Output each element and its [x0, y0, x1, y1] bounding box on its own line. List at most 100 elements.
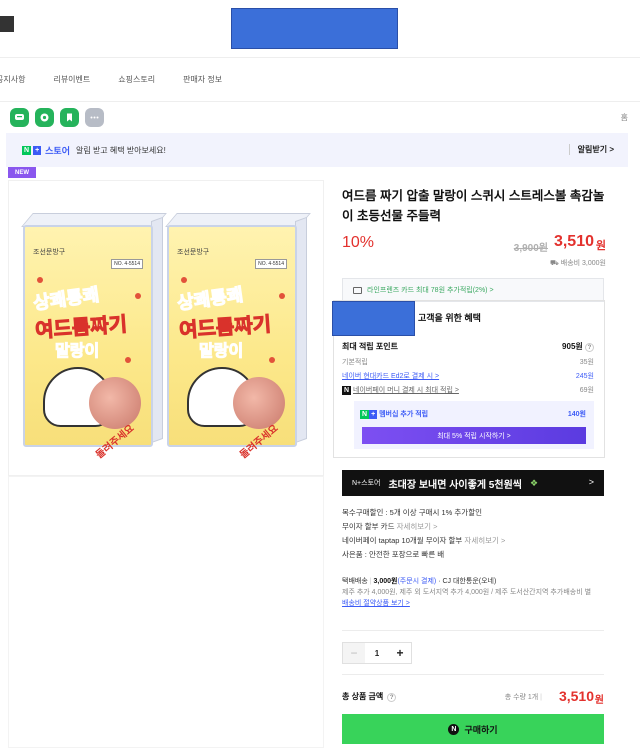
delivery-extra: 제주 추가 4,000원, 제주 외 도서지역 추가 4,000원 / 제주 도…	[342, 589, 592, 596]
squishy-ball	[233, 377, 285, 429]
npay-icon: N	[342, 386, 352, 395]
card-points-row: 네이버 현대카드 Ed2로 결제 시 > 245원	[342, 371, 598, 381]
basic-points-value: 35원	[579, 359, 594, 366]
product-summary: 여드름 짜기 압출 말랑이 스퀴시 스트레스볼 촉감놀이 초등선물 주들력 10…	[342, 186, 606, 302]
truck-icon: ⛟	[550, 260, 559, 267]
chevron-right-icon: >	[588, 477, 594, 487]
invite-promo-banner[interactable]: N+스토어 초대장 보내면 사이좋게 5천원씩 ❖ >	[342, 470, 604, 496]
divider	[342, 630, 604, 631]
npay-installment: 네이버페이 taptap 10개월 무이자 할부 자세히보기 >	[342, 536, 506, 545]
nav-seller-info[interactable]: 판매자 정보	[183, 74, 222, 85]
sale-price: 3,510	[553, 233, 594, 250]
more-icon[interactable]	[85, 108, 104, 127]
shipping-fee-note: ⛟ 배송비 3,000원	[342, 258, 606, 268]
quantity-value[interactable]: 1	[365, 643, 389, 663]
basic-points-label: 기본적립	[342, 359, 368, 366]
total-price: 3,510	[558, 688, 594, 704]
installment-card: 무이자 할부 카드 자세히보기 >	[342, 522, 438, 531]
max-points-label: 최대 적립 포인트	[342, 342, 398, 351]
membership-label: N + 멤버십 추가 적립	[360, 410, 429, 419]
card-benefit-banner[interactable]: 라인프렌즈 카드 최대 78원 추가적립(2%) >	[342, 278, 604, 302]
membership-box: N + 멤버십 추가 적립 140원 최대 5% 적립 시작하기 >	[354, 401, 594, 449]
thumbnail-area	[8, 476, 324, 748]
delivery-fee-line: 택배배송 | 3,000원(주문시 결제) · CJ 대한통운(오네)	[342, 578, 497, 585]
share-buttons	[10, 108, 104, 128]
installment-more-link[interactable]: 자세히보기 >	[397, 522, 438, 531]
delivery-fee: 3,000원	[373, 578, 398, 585]
multi-buy-discount: 복수구매할인 : 5개 이상 구매시 1% 추가할인	[342, 508, 482, 517]
bookmark-icon[interactable]	[60, 108, 79, 127]
divider	[342, 674, 604, 675]
alarm-text: 알림 받고 혜택 받아보세요!	[76, 145, 166, 155]
promo-text: 초대장 보내면 사이좋게 5천원씩	[388, 479, 522, 491]
card-points-value: 245원	[575, 373, 594, 380]
quantity-stepper: − 1 +	[342, 642, 412, 664]
discount-rate: 10%	[342, 234, 375, 251]
shipping-save-link[interactable]: 배송비 절약상품 보기 >	[342, 598, 604, 609]
total-price-row: 총 상품 금액? 총 수량 1개 | 3,510 원	[342, 688, 604, 706]
nav-shopping-story[interactable]: 쇼핑스토리	[118, 74, 155, 85]
home-edge-label: 홈	[620, 113, 628, 122]
price-row: 10% 3,900원 3,510 원	[342, 232, 606, 258]
nav-notice[interactable]: 공지사항	[0, 74, 25, 85]
gem-icon: ❖	[529, 477, 539, 488]
menu-icon[interactable]	[0, 16, 14, 32]
product-box-right: 조선문방구 NO. 4-5514 상쾌통쾌 여드름짜기 말랑이 돌려주세요	[165, 211, 311, 461]
box-info: NO. 4-5514	[255, 259, 287, 269]
product-title: 여드름 짜기 압출 말랑이 스퀴시 스트레스볼 촉감놀이 초등선물 주들력	[342, 189, 605, 223]
store-banner	[231, 8, 398, 49]
product-box-left: 조선문방구 NO. 4-5514 상쾌통쾌 여드름짜기 말랑이 돌려주세요	[21, 211, 167, 461]
original-price: 3,900원	[513, 243, 548, 254]
box-title-3: 말랑이	[54, 343, 100, 361]
chat-icon[interactable]	[10, 108, 29, 127]
delivery-fee-note: (주문시 결제)	[397, 578, 437, 585]
help-icon[interactable]: ?	[585, 343, 594, 352]
max-points-row: 최대 적립 포인트 905원 ?	[342, 341, 598, 352]
talk-icon[interactable]	[35, 108, 54, 127]
membership-value: 140원	[567, 411, 586, 418]
box-brand: 조선문방구	[33, 249, 66, 256]
box-title-3: 말랑이	[198, 343, 244, 361]
npay-points-link[interactable]: 네이버페이 머니 결제 시 최대 적립 >	[353, 387, 459, 394]
basic-points-row: 기본적립 35원	[342, 357, 598, 367]
npay-installment-more-link[interactable]: 자세히보기 >	[464, 536, 505, 545]
delivery-carrier: · CJ 대한통운(오네)	[438, 578, 497, 585]
alarm-store-label: 스토어	[45, 145, 70, 156]
npay-n-icon: N	[448, 723, 460, 735]
card-points-link[interactable]: 네이버 현대카드 Ed2로 결제 시 >	[342, 373, 439, 380]
nav-review-event[interactable]: 리뷰이벤트	[53, 74, 90, 85]
benefit-title: 고객을 위한 혜택	[418, 313, 481, 323]
quantity-decrease-button[interactable]: −	[343, 643, 365, 663]
buy-label: 구매하기	[464, 724, 498, 735]
alarm-subscribe-button[interactable]: 알림받기 >	[568, 144, 614, 155]
store-nav: 공지사항 리뷰이벤트 쇼핑스토리 판매자 정보	[0, 58, 640, 102]
shipping-fee-text: 배송비 3,000원	[560, 260, 606, 267]
membership-start-button[interactable]: 최대 5% 적립 시작하기 >	[362, 427, 586, 444]
max-points-value: 905원 ?	[562, 341, 594, 352]
squishy-ball	[89, 377, 141, 429]
purchase-info-list: 복수구매할인 : 5개 이상 구매시 1% 추가할인 무이자 할부 카드 자세히…	[342, 506, 604, 562]
quantity-increase-button[interactable]: +	[389, 643, 411, 663]
new-badge: NEW	[8, 167, 36, 178]
total-label: 총 상품 금액?	[342, 691, 397, 702]
npay-points-row: N 네이버페이 머니 결제 시 최대 적립 > 69원	[342, 385, 598, 395]
box-brand: 조선문방구	[177, 249, 210, 256]
delivery-label: 택배배송	[342, 578, 368, 585]
total-help-icon[interactable]: ?	[387, 693, 397, 702]
total-price-unit: 원	[594, 695, 604, 706]
alarm-bar: N + 스토어 알림 받고 혜택 받아보세요! 알림받기 >	[6, 133, 628, 167]
total-quantity: 총 수량 1개 |	[504, 694, 542, 701]
nplus-store-logo: N+스토어	[352, 480, 381, 487]
delivery-info: 택배배송 | 3,000원(주문시 결제) · CJ 대한통운(오네) 제주 추…	[342, 576, 604, 609]
npay-points-value: 69원	[579, 387, 594, 394]
buy-button[interactable]: N 구매하기	[342, 714, 604, 744]
gift-info: 사은품 : 안전한 포장으로 빠른 배	[342, 550, 445, 559]
sale-price-unit: 원	[595, 240, 606, 252]
box-info: NO. 4-5514	[111, 259, 143, 269]
benefit-box: 고객을 위한 혜택 최대 적립 포인트 905원 ? 기본적립 35원 네이버 …	[332, 300, 605, 458]
product-image[interactable]: 조선문방구 NO. 4-5514 상쾌통쾌 여드름짜기 말랑이 돌려주세요 조선…	[8, 180, 324, 476]
nplus-logo: N +	[22, 145, 42, 155]
benefit-store-banner	[332, 301, 415, 336]
card-benefit-text: 라인프렌즈 카드 최대 78원 추가적립(2%) >	[367, 287, 494, 294]
top-bar	[0, 0, 640, 58]
